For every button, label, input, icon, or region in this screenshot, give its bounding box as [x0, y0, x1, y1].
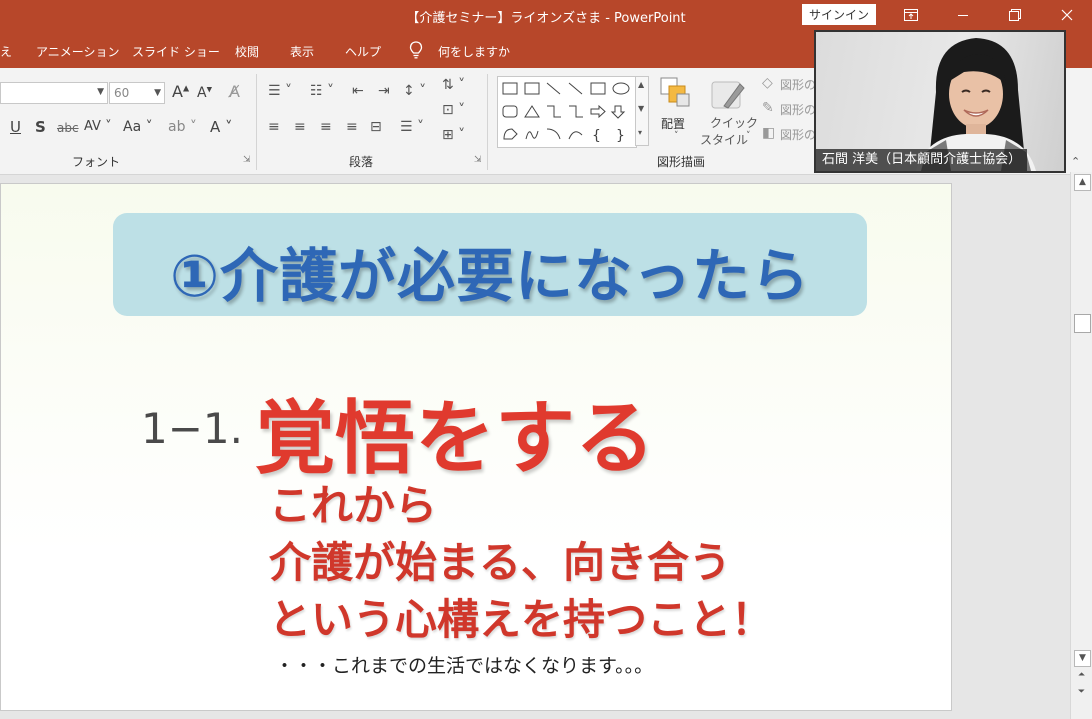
tab-slideshow[interactable]: スライド ショー: [132, 43, 220, 60]
scrollbar-thumb[interactable]: [1074, 314, 1091, 333]
shape-fill-label[interactable]: 図形の: [780, 76, 816, 93]
tab-view[interactable]: 表示: [290, 43, 314, 60]
increase-indent-icon[interactable]: ⇥: [378, 84, 390, 98]
text-direction-icon[interactable]: ⇅ ˅: [442, 78, 465, 92]
arrange-button-label[interactable]: 配置: [661, 115, 685, 132]
quick-style-label-1[interactable]: クイック: [710, 114, 758, 131]
clear-formatting-icon[interactable]: A̸: [229, 84, 240, 100]
underline-icon[interactable]: U: [10, 120, 21, 135]
decrease-indent-icon[interactable]: ⇤: [352, 84, 364, 98]
sign-in-button[interactable]: サインイン: [802, 4, 876, 25]
quick-style-icon[interactable]: [710, 76, 746, 112]
scroll-down-button[interactable]: ▼: [1074, 650, 1091, 667]
slide-heading[interactable]: ①介護が必要になったら: [113, 229, 867, 313]
align-center-icon[interactable]: ≡: [294, 120, 306, 134]
font-name-field[interactable]: ▼: [0, 82, 108, 104]
tab-help[interactable]: ヘルプ: [345, 43, 381, 60]
group-label-paragraph: 段落: [349, 155, 374, 169]
justify-icon[interactable]: ≡: [346, 120, 358, 134]
align-right-icon[interactable]: ≡: [320, 120, 332, 134]
body-line[interactable]: という心構えを持つこと！: [269, 586, 773, 647]
align-left-icon[interactable]: ≡: [268, 120, 280, 134]
chevron-down-icon: ˅: [674, 131, 679, 141]
dialog-launcher-icon[interactable]: ⇲: [243, 156, 251, 165]
chevron-down-icon[interactable]: ▼: [638, 105, 644, 113]
scroll-up-button[interactable]: ▲: [1074, 174, 1091, 191]
chevron-up-icon[interactable]: ▲: [638, 81, 644, 89]
more-icon[interactable]: ▾: [638, 129, 642, 137]
tab-animations[interactable]: アニメーション: [36, 43, 120, 60]
title-bar: 【介護セミナー】ライオンズさま - PowerPoint サインイン: [0, 0, 1092, 32]
body-line[interactable]: これから: [269, 472, 437, 533]
font-size-value: 60: [114, 86, 130, 100]
slide-heading-banner[interactable]: ①介護が必要になったら: [113, 213, 867, 316]
svg-text:{: {: [592, 128, 601, 144]
arrange-icon[interactable]: [659, 76, 691, 108]
shape-outline-icon[interactable]: ✎: [762, 101, 774, 115]
group-label-font: フォント: [72, 155, 121, 169]
slide[interactable]: ①介護が必要になったら 1−1. 覚悟をする これから 介護が始まる、向き合う …: [0, 183, 952, 711]
font-size-field[interactable]: 60 ▼: [109, 82, 165, 104]
participant-name-label: 石間 洋美（日本顧問介護士協会）: [816, 149, 1028, 171]
shadow-icon[interactable]: S: [35, 120, 46, 135]
line-spacing-icon[interactable]: ↕ ˅: [403, 84, 426, 98]
minimize-icon: [958, 15, 968, 16]
shape-effects-icon[interactable]: ◧: [762, 126, 775, 140]
numbering-icon[interactable]: ☷ ˅: [310, 84, 334, 98]
group-separator: [256, 74, 257, 170]
webcam-video-tile[interactable]: 石間 洋美（日本顧問介護士協会）: [814, 30, 1066, 173]
chevron-down-icon: ˅: [746, 131, 751, 141]
columns-icon[interactable]: ☰ ˅: [400, 120, 424, 134]
bullets-icon[interactable]: ☰ ˅: [268, 84, 292, 98]
restore-icon: [1009, 9, 1021, 21]
lightbulb-icon: [409, 41, 423, 59]
svg-text:}: }: [616, 128, 625, 144]
collapse-ribbon-icon[interactable]: ⌃: [1071, 156, 1080, 167]
chevron-down-icon: ▼: [97, 87, 104, 97]
decrease-font-size-icon[interactable]: A▼: [197, 86, 212, 100]
shape-fill-icon[interactable]: ◇: [762, 76, 773, 90]
font-color-icon[interactable]: A ˅: [210, 120, 233, 135]
increase-font-size-icon[interactable]: A▲: [172, 84, 189, 100]
chevron-down-icon: ▼: [154, 88, 161, 98]
shapes-gallery-icons: {}: [502, 82, 630, 144]
close-button[interactable]: [1044, 0, 1090, 30]
change-case-icon[interactable]: Aa ˅: [123, 120, 153, 134]
restore-button[interactable]: [992, 0, 1038, 30]
ribbon-display-options-button[interactable]: [888, 0, 934, 30]
ribbon-display-icon: [904, 9, 918, 21]
align-text-icon[interactable]: ⊡ ˅: [442, 103, 465, 117]
next-slide-button[interactable]: ⏷: [1074, 685, 1089, 700]
shapes-gallery[interactable]: {}: [497, 76, 637, 148]
distributed-icon[interactable]: ⊟: [370, 120, 382, 134]
tell-me-search[interactable]: 何をしますか: [438, 43, 510, 60]
character-spacing-icon[interactable]: AV ˅: [84, 120, 112, 133]
smartart-icon[interactable]: ⊞ ˅: [442, 128, 465, 142]
previous-slide-button[interactable]: ⏶: [1074, 668, 1089, 683]
body-line[interactable]: 介護が始まる、向き合う: [269, 529, 731, 590]
shape-effects-label[interactable]: 図形の: [780, 126, 816, 143]
group-separator: [487, 74, 488, 170]
quick-style-label-2[interactable]: スタイル: [700, 131, 748, 148]
highlight-icon[interactable]: ab ˅: [168, 120, 197, 134]
close-icon: [1061, 9, 1073, 21]
item-number[interactable]: 1−1.: [141, 404, 243, 453]
slide-note[interactable]: ・・・これまでの生活ではなくなります。。。: [275, 651, 653, 678]
strikethrough-icon[interactable]: abc: [57, 122, 79, 134]
tab-design[interactable]: え: [0, 43, 12, 60]
shape-outline-label[interactable]: 図形の: [780, 101, 816, 118]
dialog-launcher-icon[interactable]: ⇲: [474, 156, 482, 165]
shapes-gallery-scroll[interactable]: ▲ ▼ ▾: [635, 76, 649, 146]
tab-review[interactable]: 校閲: [235, 43, 259, 60]
group-label-drawing: 図形描画: [657, 155, 706, 169]
minimize-button[interactable]: [940, 0, 986, 30]
vertical-scrollbar[interactable]: ▲ ▼ ⏶ ⏷: [1070, 172, 1092, 719]
slide-editing-area: ①介護が必要になったら 1−1. 覚悟をする これから 介護が始まる、向き合う …: [0, 175, 1070, 719]
